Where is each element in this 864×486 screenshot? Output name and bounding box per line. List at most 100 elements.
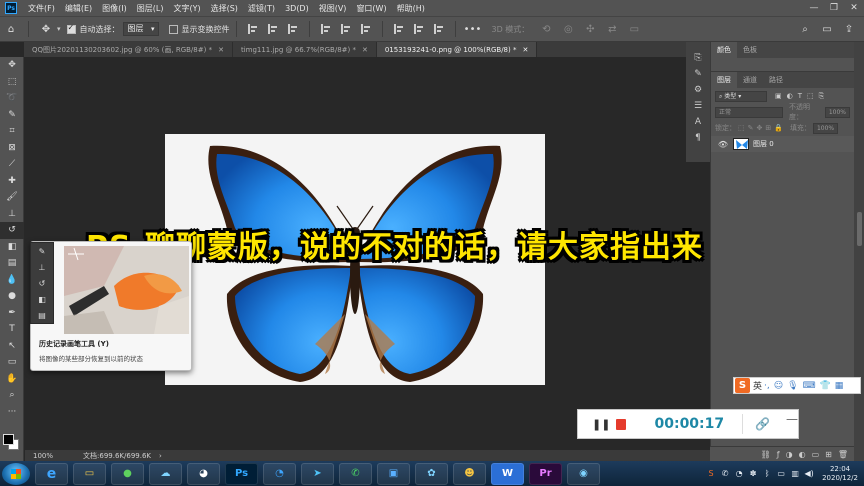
adjustment-icon[interactable]: ◐ — [799, 450, 806, 459]
eraser-tool-icon[interactable]: ◧ — [0, 239, 24, 256]
dodge-tool-icon[interactable]: ● — [0, 288, 24, 305]
stop-icon[interactable] — [616, 418, 627, 430]
menu-filter[interactable]: 滤镜(T) — [243, 3, 280, 14]
new-layer-icon[interactable]: ⊞ — [825, 450, 832, 459]
workspace-icon[interactable]: ▭ — [819, 21, 835, 37]
minimize-icon[interactable]: — — [804, 0, 824, 16]
type-tool-icon[interactable]: T — [0, 321, 24, 338]
zoom-level[interactable]: 100% — [33, 452, 53, 460]
brush-settings-icon[interactable]: ✎ — [686, 66, 710, 82]
properties-icon[interactable]: ☰ — [686, 98, 710, 114]
align-hcenter-icon[interactable] — [267, 24, 278, 34]
distribute-right-icon[interactable] — [433, 24, 444, 34]
move-tool-icon[interactable]: ✥ — [0, 57, 24, 74]
lasso-tool-icon[interactable]: ➰ — [0, 90, 24, 107]
green-app-icon[interactable]: ● — [111, 462, 144, 485]
tab-doc-1[interactable]: QQ图片20201130203602.jpg @ 60% (画, RGB/8#)… — [24, 42, 233, 57]
distribute-center-icon[interactable] — [413, 24, 424, 34]
blend-mode-select[interactable]: 正常 — [715, 106, 783, 118]
healing-brush-tool-icon[interactable]: ✚ — [0, 173, 24, 190]
word-icon[interactable]: W — [491, 462, 524, 485]
marquee-tool-icon[interactable]: ⬚ — [0, 74, 24, 91]
edge-icon[interactable]: ◔ — [263, 462, 296, 485]
history-icon[interactable]: ⎘ — [686, 50, 710, 66]
brush-tool-icon[interactable]: 🖌 — [0, 189, 24, 206]
tab-doc-2[interactable]: timg111.jpg @ 66.7%(RGB/8#) * ✕ — [233, 42, 377, 57]
foreground-color-swatch[interactable] — [3, 434, 14, 445]
folder-icon[interactable]: ▭ — [73, 462, 106, 485]
album-icon[interactable]: ✿ — [415, 462, 448, 485]
close-icon[interactable]: ✕ — [522, 46, 528, 54]
minimize-icon[interactable]: — — [786, 412, 798, 426]
keyboard-icon[interactable]: ⌨ — [803, 381, 816, 391]
pen-tool-icon[interactable]: ✒ — [0, 305, 24, 322]
mail-icon[interactable]: ▣ — [377, 462, 410, 485]
tray-app-icon[interactable]: ✽ — [748, 469, 758, 479]
chevron-down-icon[interactable]: ▾ — [57, 25, 61, 33]
history-brush-tool-icon[interactable]: ↺ — [0, 222, 24, 239]
gradient-tool-icon[interactable]: ▤ — [31, 307, 53, 323]
adjust-icon[interactable]: ⚙ — [686, 82, 710, 98]
filter-icons[interactable]: ▣◐T⬚⎘ — [775, 92, 829, 101]
distribute-left-icon[interactable] — [393, 24, 404, 34]
brush-tool-icon[interactable]: ✎ — [31, 243, 53, 259]
avatar-icon[interactable]: ☻ — [453, 462, 486, 485]
menu-edit[interactable]: 编辑(E) — [60, 3, 97, 14]
chevron-right-icon[interactable]: › — [159, 452, 162, 460]
move-tool-icon[interactable]: ✥ — [38, 21, 54, 37]
stamp-tool-icon[interactable]: ⊥ — [0, 206, 24, 223]
premiere-icon[interactable]: Pr — [529, 462, 562, 485]
feishu-icon[interactable]: ➤ — [301, 462, 334, 485]
show-transform-checkbox[interactable] — [168, 24, 178, 34]
ime-tray-icon[interactable]: S — [706, 469, 716, 479]
share-icon[interactable]: ⇪ — [841, 21, 857, 37]
menu-window[interactable]: 窗口(W) — [351, 3, 391, 14]
3d-orbit-icon[interactable]: ⟲ — [538, 21, 554, 37]
tab-layers[interactable]: 图层 — [711, 72, 737, 88]
align-top-icon[interactable] — [320, 24, 331, 34]
tab-channels[interactable]: 通道 — [737, 72, 763, 88]
close-icon[interactable]: ✕ — [218, 46, 224, 54]
ime-lang[interactable]: 英 — [753, 379, 762, 392]
volume-icon[interactable]: ◀) — [804, 469, 814, 479]
history-brush-tool-icon[interactable]: ↺ — [31, 275, 53, 291]
bot-icon[interactable]: ◕ — [187, 462, 220, 485]
close-icon[interactable]: ✕ — [844, 0, 864, 16]
ie-icon[interactable]: e — [35, 462, 68, 485]
wechat-tray-icon[interactable]: ✆ — [720, 469, 730, 479]
layer-row[interactable]: 👁 图层 0 — [711, 136, 854, 152]
close-icon[interactable]: ✕ — [362, 46, 368, 54]
opacity-field[interactable]: 100% — [824, 106, 850, 118]
voice-icon[interactable]: 🎙 — [787, 381, 798, 391]
auto-select-checkbox[interactable] — [66, 23, 76, 34]
sogou-logo-icon[interactable]: S — [735, 378, 750, 393]
photoshop-taskbar-icon[interactable]: Ps — [225, 462, 258, 485]
eraser-tool-icon[interactable]: ◧ — [31, 291, 53, 307]
panel-scrollbar-thumb[interactable] — [857, 212, 862, 246]
more-options-icon[interactable]: ••• — [464, 21, 482, 37]
quick-select-tool-icon[interactable]: ✎ — [0, 107, 24, 124]
wechat-icon[interactable]: ✆ — [339, 462, 372, 485]
search-icon[interactable]: ⌕ — [797, 21, 813, 37]
lock-icons[interactable]: ⬚✎✥⊞🔒 — [738, 124, 786, 132]
trash-icon[interactable]: 🗑 — [838, 450, 848, 459]
menu-select[interactable]: 选择(S) — [206, 3, 243, 14]
maximize-icon[interactable]: ❐ — [824, 0, 844, 16]
align-left-icon[interactable] — [247, 24, 258, 34]
paragraph-icon[interactable]: ¶ — [686, 130, 710, 146]
emoji-icon[interactable]: ☺ — [774, 381, 783, 391]
tab-doc-3[interactable]: 0153193241-0.png @ 100%(RGB/8) * ✕ — [376, 42, 538, 57]
network-icon[interactable]: ▥ — [790, 469, 800, 479]
crop-tool-icon[interactable]: ⌗ — [0, 123, 24, 140]
gradient-tool-icon[interactable]: ▤ — [0, 255, 24, 272]
eyedropper-tool-icon[interactable]: ⟋ — [0, 156, 24, 173]
align-right-icon[interactable] — [287, 24, 298, 34]
hand-tool-icon[interactable]: ✋ — [0, 371, 24, 388]
pause-icon[interactable]: ❚❚ — [592, 414, 610, 434]
3d-pan-icon[interactable]: ✣ — [582, 21, 598, 37]
menu-3d[interactable]: 3D(D) — [280, 4, 314, 13]
group-icon[interactable]: ▭ — [812, 450, 820, 459]
align-vcenter-icon[interactable] — [340, 24, 351, 34]
cloud-icon[interactable]: ☁ — [149, 462, 182, 485]
menu-view[interactable]: 视图(V) — [314, 3, 352, 14]
